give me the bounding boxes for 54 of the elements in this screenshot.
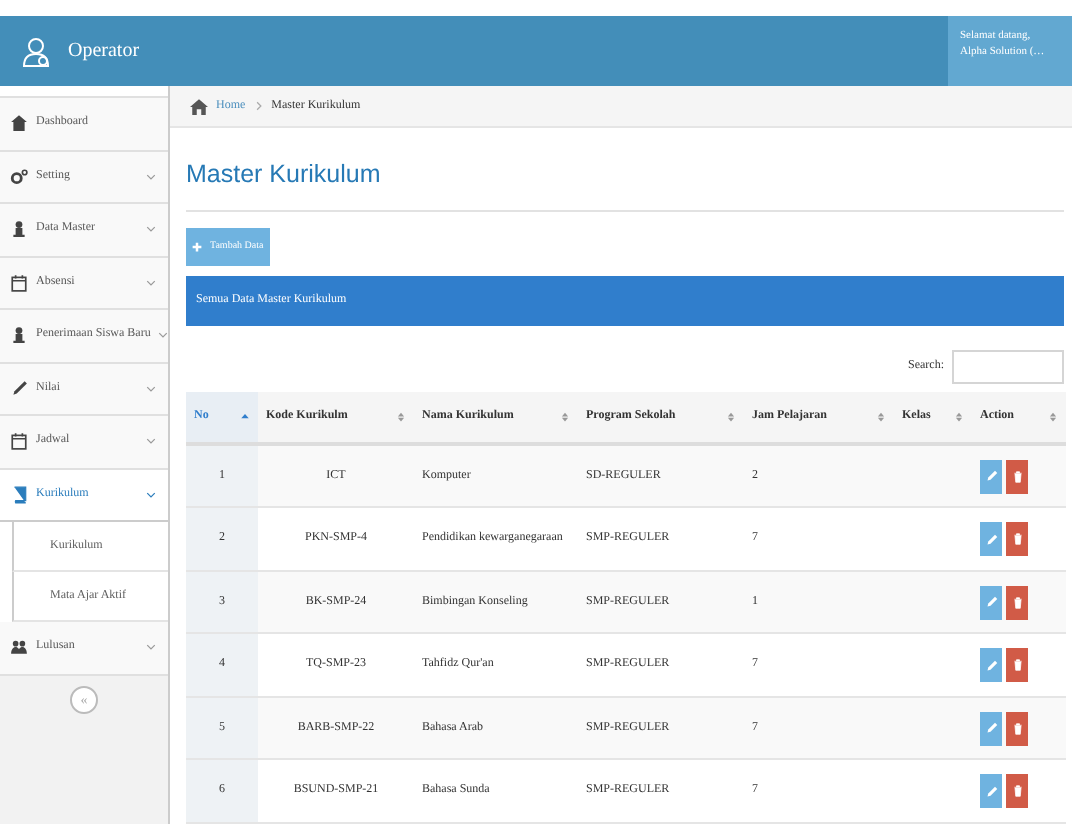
- pencil-icon: [985, 722, 997, 734]
- plus-icon: [192, 242, 202, 252]
- pencil-icon: [985, 659, 997, 671]
- delete-button[interactable]: [1006, 522, 1028, 556]
- group-icon: [10, 638, 28, 657]
- person-icon: [10, 220, 28, 239]
- trash-icon: [1011, 721, 1023, 735]
- chevron-down-icon: [146, 171, 156, 182]
- chevron-down-icon: [146, 489, 156, 500]
- sort-icon: [1048, 410, 1058, 425]
- delete-button[interactable]: [1006, 648, 1028, 682]
- gears-icon: [10, 167, 28, 186]
- search-field[interactable]: [952, 350, 1064, 385]
- book-icon: [10, 485, 28, 504]
- app-title: Operator: [68, 38, 140, 66]
- pencil-icon: [985, 470, 997, 483]
- calendar-icon: [10, 273, 28, 292]
- trash-icon: [1011, 595, 1023, 609]
- delete-button[interactable]: [1006, 774, 1028, 808]
- edit-button[interactable]: [980, 711, 1002, 745]
- sort-icon: [954, 410, 964, 425]
- calendar-icon: [10, 432, 28, 451]
- edit-button[interactable]: [980, 522, 1002, 556]
- home-icon: [190, 97, 208, 115]
- sort-icon: [876, 410, 886, 425]
- chevron-icon: [253, 100, 264, 112]
- chevron-down-icon: [146, 383, 156, 394]
- edit-button[interactable]: [980, 585, 1002, 619]
- edit-button[interactable]: [980, 648, 1002, 682]
- pencil-icon: [985, 785, 997, 797]
- trash-icon: [1011, 784, 1023, 798]
- user-icon: [20, 33, 52, 69]
- pencil-icon: [10, 379, 28, 398]
- edit-button[interactable]: [980, 459, 1002, 494]
- sort-icon: [560, 410, 570, 425]
- trash-icon: [1011, 469, 1023, 484]
- delete-button[interactable]: [1006, 459, 1028, 494]
- page-title: Master Kurikulum: [186, 158, 383, 192]
- trash-icon: [1011, 658, 1023, 672]
- edit-button[interactable]: [980, 774, 1002, 808]
- trash-icon: [1011, 532, 1023, 546]
- chevron-down-icon: [146, 277, 156, 288]
- chevron-down-icon: [146, 436, 156, 447]
- dashboard-icon: [10, 114, 28, 133]
- chevron-down-icon: [146, 224, 156, 235]
- person-icon: [10, 326, 28, 345]
- chevron-down-icon: [158, 330, 169, 341]
- pencil-icon: [985, 533, 997, 545]
- delete-button[interactable]: [1006, 711, 1028, 745]
- sort-icon: [726, 410, 736, 425]
- delete-button[interactable]: [1006, 585, 1028, 619]
- sort-icon: [396, 410, 406, 425]
- chevron-down-icon: [146, 642, 156, 653]
- pencil-icon: [985, 596, 997, 608]
